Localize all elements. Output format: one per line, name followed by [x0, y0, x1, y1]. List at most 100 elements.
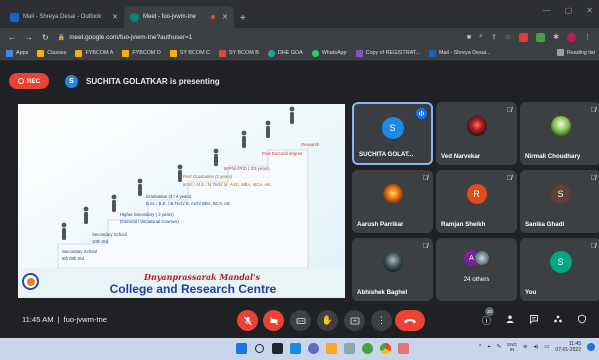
forward-icon[interactable]: → [25, 33, 33, 42]
avatar: R [466, 184, 487, 204]
wifi-icon[interactable]: ≋ [523, 344, 528, 350]
outlook-icon [10, 12, 19, 22]
widgets-icon[interactable] [290, 343, 301, 354]
close-icon[interactable]: ✕ [222, 13, 228, 21]
bookmark-label: Apps [16, 50, 29, 56]
bookmark-registration[interactable]: Copy of REGISTRAT... [355, 49, 420, 57]
extensions-puzzle-icon[interactable]: ✱ [553, 33, 559, 41]
institution-script: Dnyanprassarak Mandal's [144, 272, 260, 282]
notification-icon[interactable] [587, 343, 595, 351]
leave-call-button[interactable] [395, 310, 425, 331]
bookmark-whatsapp[interactable]: WhatsApp [311, 49, 347, 57]
bookmark-star-icon[interactable]: ☆ [505, 33, 511, 41]
zoom-icon[interactable]: ⌕ [479, 33, 483, 41]
present-icon [350, 317, 359, 324]
mic-off-icon: 🎙̸ [506, 107, 512, 114]
profile-icon[interactable] [567, 32, 576, 42]
chat-button[interactable] [529, 314, 539, 326]
maximize-icon[interactable]: ▢ [565, 6, 573, 15]
mail-app-icon[interactable] [344, 343, 355, 354]
camera-toggle-button[interactable] [263, 310, 284, 331]
bookmark-classes[interactable]: Classes [37, 49, 66, 57]
bookmark-label: FYBCOM D [132, 50, 161, 56]
activities-button[interactable] [553, 314, 563, 326]
step-label: 8th /9th Std [62, 256, 84, 261]
mic-off-icon [243, 316, 252, 325]
task-view-icon[interactable] [272, 343, 283, 354]
windows-start-icon[interactable] [236, 343, 247, 354]
language-indicator[interactable]: ENG IN [507, 342, 517, 353]
mic-off-icon: 🎙̸ [422, 175, 428, 182]
participant-tile[interactable]: 🎙̸ Nirmali Choudhary [520, 102, 599, 165]
edge-browser-icon[interactable] [362, 343, 373, 354]
college-logo [22, 273, 39, 290]
reload-icon[interactable]: ↻ [42, 33, 49, 42]
recording-indicator[interactable]: REC [9, 73, 49, 89]
classroom-icon [169, 49, 177, 57]
pen-icon: ✎ [496, 344, 502, 350]
present-now-button[interactable] [344, 310, 365, 331]
battery-icon[interactable]: ▭ [544, 344, 549, 350]
chrome-icon[interactable] [380, 343, 391, 354]
apps-grid-icon [6, 49, 13, 57]
tab-google-meet[interactable]: Meet - fuo-jvwm-tne ✕ [124, 6, 234, 28]
others-tile[interactable]: A 24 others [436, 238, 517, 301]
participant-tile[interactable]: 🎙̸ Ved Narvekar [436, 102, 517, 165]
participant-name: Ramjan Sheikh [441, 221, 486, 228]
close-window-icon[interactable]: ✕ [586, 6, 593, 15]
participant-tile[interactable]: 🎙̸ R Ramjan Sheikh [436, 170, 517, 233]
bookmark-dhe-goa[interactable]: DHE GOA [267, 49, 303, 57]
pinned-app-icon[interactable] [398, 343, 409, 354]
address-bar[interactable]: 🔒 meet.google.com/fuo-jvwm-tne?authuser=… [58, 34, 193, 41]
logo-emblem [26, 277, 35, 286]
show-hidden-icons-icon[interactable]: ^ [479, 344, 482, 350]
extension-icon[interactable] [536, 32, 546, 42]
participant-tile[interactable]: 🎙̸ S Sanika Ghadi [520, 170, 599, 233]
extension-icon[interactable] [519, 32, 529, 42]
captions-button[interactable] [290, 310, 311, 331]
host-controls-button[interactable] [577, 314, 587, 326]
self-tile[interactable]: 🎙̸ S You [520, 238, 599, 301]
close-icon[interactable]: ✕ [112, 13, 118, 21]
others-avatars: A [463, 250, 490, 266]
people-button[interactable] [505, 314, 515, 326]
sheets-icon [355, 49, 363, 57]
volume-icon[interactable]: ◂) [534, 344, 539, 350]
avatar [466, 116, 487, 136]
avatar: S [550, 184, 571, 204]
hand-icon: ✋ [321, 315, 334, 325]
bookmark-sybcom-c[interactable]: SY BCOM C [169, 49, 210, 57]
participant-tile[interactable]: S SUCHITA GOLAT... [352, 102, 433, 165]
file-explorer-icon[interactable] [326, 343, 337, 354]
bookmark-label: SY BCOM C [179, 50, 210, 56]
participant-name: You [525, 289, 537, 296]
mic-toggle-button[interactable] [237, 310, 258, 331]
tab-outlook-mail[interactable]: Mail - Shreya Desai - Outlook ✕ [4, 6, 124, 28]
teams-chat-icon[interactable] [308, 343, 319, 354]
bookmark-fybcom-d[interactable]: FYBCOM D [122, 49, 161, 57]
raise-hand-button[interactable]: ✋ [317, 310, 338, 331]
bookmark-label: WhatsApp [321, 50, 347, 56]
camera-indicator-icon[interactable]: ■ [467, 34, 471, 41]
participant-tile[interactable]: 🎙̸ Abhishek Baghel [352, 238, 433, 301]
bookmark-sybcom-b[interactable]: SY BCOM B [218, 49, 259, 57]
search-icon[interactable] [255, 344, 264, 353]
bookmark-apps[interactable]: Apps [6, 49, 29, 57]
bookmark-mail[interactable]: Mail - Shreya Desai... [428, 49, 491, 57]
participant-tile[interactable]: 🎙̸ Aarush Parrikar [352, 170, 433, 233]
new-tab-button[interactable]: + [234, 13, 254, 28]
share-icon[interactable]: ⇪ [491, 33, 497, 41]
system-clock[interactable]: 11:45 07-01-2022 [555, 341, 581, 353]
participant-count-badge: 33 [485, 307, 494, 316]
back-icon[interactable]: ← [8, 33, 16, 42]
tab-label: Meet - fuo-jvwm-tne [143, 14, 197, 20]
bookmark-fybcom-a[interactable]: FYBCOM A [75, 49, 113, 57]
captions-icon [296, 317, 305, 324]
minimize-icon[interactable]: — [543, 6, 551, 15]
end-call-icon [404, 318, 416, 323]
more-options-button[interactable]: ⋮ [371, 310, 392, 331]
reading-list[interactable]: Reading list [556, 49, 595, 56]
presentation-slide: Research Post Doctoral degree M.Phil./Ph… [18, 104, 345, 298]
menu-icon[interactable]: ⋮ [584, 33, 591, 41]
participant-name: Nirmali Choudhary [525, 153, 581, 160]
